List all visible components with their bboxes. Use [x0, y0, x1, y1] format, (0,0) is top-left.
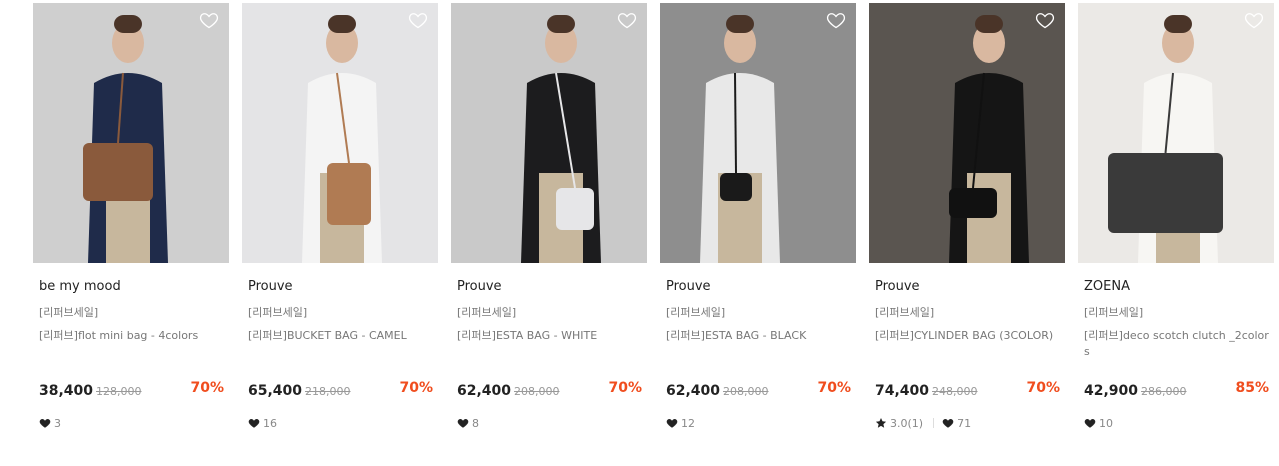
- heart-icon: [1084, 417, 1099, 429]
- product-card[interactable]: Prouve [리퍼브세일] [리퍼브]CYLINDER BAG (3COLOR) 7…: [869, 3, 1065, 443]
- product-card[interactable]: be my mood [리퍼브세일] [리퍼브]flot mini bag - 4c…: [33, 3, 229, 443]
- price-row: 38,400 128,000 70%: [39, 380, 224, 400]
- discount-rate: 70%: [608, 380, 642, 396]
- heart-icon: [942, 417, 957, 429]
- like-count: 10: [1099, 416, 1113, 430]
- product-name[interactable]: [리퍼브]ESTA BAG - WHITE: [457, 328, 645, 344]
- product-image[interactable]: [660, 3, 856, 263]
- original-price: 128,000: [96, 385, 142, 398]
- product-category: [리퍼브세일]: [666, 306, 726, 319]
- heart-icon: [39, 417, 54, 429]
- heart-icon: [666, 417, 681, 429]
- product-brand[interactable]: Prouve: [457, 279, 502, 294]
- product-name[interactable]: [리퍼브]deco scotch clutch _2colors: [1084, 328, 1272, 360]
- sale-price: 42,900: [1084, 383, 1139, 399]
- price-row: 62,400 208,000 70%: [666, 380, 851, 400]
- wishlist-heart-icon[interactable]: [826, 10, 848, 30]
- sale-price: 65,400: [248, 383, 303, 399]
- wishlist-heart-icon[interactable]: [199, 10, 221, 30]
- product-card[interactable]: Prouve [리퍼브세일] [리퍼브]ESTA BAG - WHITE 62,400…: [451, 3, 647, 443]
- product-name[interactable]: [리퍼브]BUCKET BAG - CAMEL: [248, 328, 436, 344]
- product-category: [리퍼브세일]: [875, 306, 935, 319]
- price-row: 65,400 218,000 70%: [248, 380, 433, 400]
- sale-price: 74,400: [875, 383, 930, 399]
- original-price: 208,000: [723, 385, 769, 398]
- original-price: 208,000: [514, 385, 560, 398]
- product-image[interactable]: [242, 3, 438, 263]
- like-count: 12: [681, 416, 695, 430]
- wishlist-heart-icon[interactable]: [408, 10, 430, 30]
- product-name[interactable]: [리퍼브]CYLINDER BAG (3COLOR): [875, 328, 1063, 344]
- product-image[interactable]: [1078, 3, 1274, 263]
- product-card[interactable]: Prouve [리퍼브세일] [리퍼브]ESTA BAG - BLACK 62,400…: [660, 3, 856, 443]
- star-icon: [875, 417, 890, 429]
- wishlist-heart-icon[interactable]: [1035, 10, 1057, 30]
- meta-divider: [933, 418, 935, 428]
- sale-price: 62,400: [457, 383, 512, 399]
- product-meta: 3: [39, 415, 61, 431]
- sale-price: 62,400: [666, 383, 721, 399]
- heart-icon: [457, 417, 472, 429]
- product-meta: 10: [1084, 415, 1113, 431]
- product-meta: 16: [248, 415, 277, 431]
- product-meta: 8: [457, 415, 479, 431]
- price-row: 42,900 286,000 85%: [1084, 380, 1269, 400]
- product-brand[interactable]: be my mood: [39, 279, 121, 294]
- discount-rate: 70%: [1026, 380, 1060, 396]
- product-category: [리퍼브세일]: [1084, 306, 1144, 319]
- wishlist-heart-icon[interactable]: [1244, 10, 1266, 30]
- heart-icon: [248, 417, 263, 429]
- discount-rate: 70%: [399, 380, 433, 396]
- like-count: 3: [54, 416, 61, 430]
- like-count: 8: [472, 416, 479, 430]
- product-name[interactable]: [리퍼브]ESTA BAG - BLACK: [666, 328, 854, 344]
- original-price: 218,000: [305, 385, 351, 398]
- sale-price: 38,400: [39, 383, 94, 399]
- rating-value: 3.0(1): [890, 416, 924, 430]
- product-category: [리퍼브세일]: [248, 306, 308, 319]
- product-brand[interactable]: Prouve: [248, 279, 293, 294]
- product-image[interactable]: [869, 3, 1065, 263]
- price-row: 62,400 208,000 70%: [457, 380, 642, 400]
- original-price: 248,000: [932, 385, 978, 398]
- product-brand[interactable]: ZOENA: [1084, 279, 1130, 294]
- discount-rate: 70%: [190, 380, 224, 396]
- product-image[interactable]: [451, 3, 647, 263]
- product-meta: 3.0(1) 71: [875, 415, 971, 431]
- like-count: 71: [957, 416, 972, 430]
- product-meta: 12: [666, 415, 695, 431]
- product-image[interactable]: [33, 3, 229, 263]
- product-grid: be my mood [리퍼브세일] [리퍼브]flot mini bag - 4c…: [0, 0, 1279, 466]
- like-count: 16: [263, 416, 277, 430]
- product-category: [리퍼브세일]: [39, 306, 99, 319]
- discount-rate: 85%: [1235, 380, 1269, 396]
- product-category: [리퍼브세일]: [457, 306, 517, 319]
- product-brand[interactable]: Prouve: [666, 279, 711, 294]
- product-name[interactable]: [리퍼브]flot mini bag - 4colors: [39, 328, 227, 344]
- wishlist-heart-icon[interactable]: [617, 10, 639, 30]
- product-card[interactable]: Prouve [리퍼브세일] [리퍼브]BUCKET BAG - CAMEL 65,4…: [242, 3, 438, 443]
- original-price: 286,000: [1141, 385, 1187, 398]
- product-card[interactable]: ZOENA [리퍼브세일] [리퍼브]deco scotch clutch _2co…: [1078, 3, 1274, 443]
- price-row: 74,400 248,000 70%: [875, 380, 1060, 400]
- product-brand[interactable]: Prouve: [875, 279, 920, 294]
- discount-rate: 70%: [817, 380, 851, 396]
